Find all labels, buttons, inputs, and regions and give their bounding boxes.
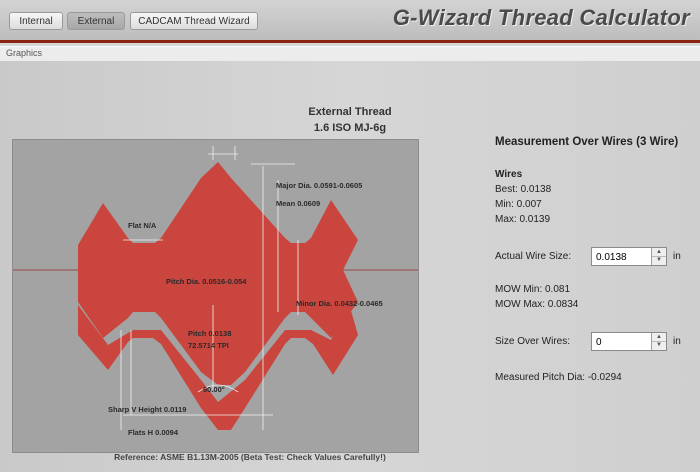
wires-max: Max: 0.0139	[495, 214, 551, 225]
pitch-label: Pitch 0.0138	[188, 329, 231, 338]
wires-min: Min: 0.007	[495, 199, 542, 210]
thread-title-line2: 1.6 ISO MJ-6g	[313, 122, 387, 134]
wires-heading: Wires	[495, 169, 523, 180]
actual-wire-label: Actual Wire Size:	[495, 251, 572, 262]
thread-diagram: Flat N/A Major Dia. 0.0591-0.0605 Mean 0…	[12, 139, 419, 453]
wires-best: Best: 0.0138	[495, 184, 552, 195]
size-over-input[interactable]	[594, 334, 654, 351]
angle-label: 60.00°	[203, 385, 225, 394]
actual-wire-input[interactable]	[594, 249, 654, 266]
actual-wire-stepper[interactable]: ▲ ▼	[591, 247, 667, 266]
size-over-unit: in	[673, 336, 681, 347]
measured-pitch-dia: Measured Pitch Dia: -0.0294	[495, 372, 622, 383]
flat-label: Flat N/A	[128, 221, 157, 230]
mean-label: Mean 0.0609	[276, 199, 320, 208]
tab-internal[interactable]: Internal	[9, 12, 63, 30]
size-over-label: Size Over Wires:	[495, 336, 571, 347]
minor-dia-label: Minor Dia. 0.0432-0.0465	[296, 299, 383, 308]
actual-wire-spin-buttons: ▲ ▼	[651, 248, 666, 265]
tpi-label: 72.5714 TPI	[188, 341, 229, 350]
app-window: Internal External CADCAM Thread Wizard G…	[0, 0, 700, 472]
actual-wire-unit: in	[673, 251, 681, 262]
size-over-stepper[interactable]: ▲ ▼	[591, 332, 667, 351]
tab-cadcam-label: CADCAM Thread Wizard	[138, 15, 250, 27]
thread-title-line1: External Thread	[308, 106, 392, 118]
graphics-section-header[interactable]: Graphics	[0, 46, 700, 62]
measurement-title: Measurement Over Wires (3 Wire)	[495, 136, 679, 148]
size-over-spin-buttons: ▲ ▼	[651, 333, 666, 350]
tab-internal-label: Internal	[19, 15, 53, 27]
tab-external[interactable]: External	[67, 12, 125, 30]
flats-label: Flats H 0.0094	[128, 428, 179, 437]
mow-min: MOW Min: 0.081	[495, 284, 571, 295]
thread-profile-middle	[78, 270, 358, 385]
thread-profile-upper	[78, 162, 358, 270]
reference-note: Reference: ASME B1.13M-2005 (Beta Test: …	[114, 452, 386, 462]
thread-profile-svg: Flat N/A Major Dia. 0.0591-0.0605 Mean 0…	[13, 146, 418, 437]
top-toolbar: Internal External CADCAM Thread Wizard G…	[0, 0, 700, 43]
thread-title: External Thread 1.6 ISO MJ-6g	[240, 104, 460, 136]
mow-max: MOW Max: 0.0834	[495, 299, 579, 310]
pitch-dia-label: Pitch Dia. 0.0516-0.054	[166, 277, 247, 286]
size-over-down-icon[interactable]: ▼	[652, 341, 666, 349]
sharp-v-label: Sharp V Height 0.0119	[108, 405, 186, 414]
actual-wire-down-icon[interactable]: ▼	[652, 256, 666, 264]
app-title: G-Wizard Thread Calculator	[392, 5, 690, 30]
major-dia-label: Major Dia. 0.0591-0.0605	[276, 181, 362, 190]
tab-cadcam-thread-wizard[interactable]: CADCAM Thread Wizard	[130, 12, 258, 30]
tab-external-label: External	[77, 15, 115, 27]
graphics-section-label: Graphics	[6, 48, 43, 58]
